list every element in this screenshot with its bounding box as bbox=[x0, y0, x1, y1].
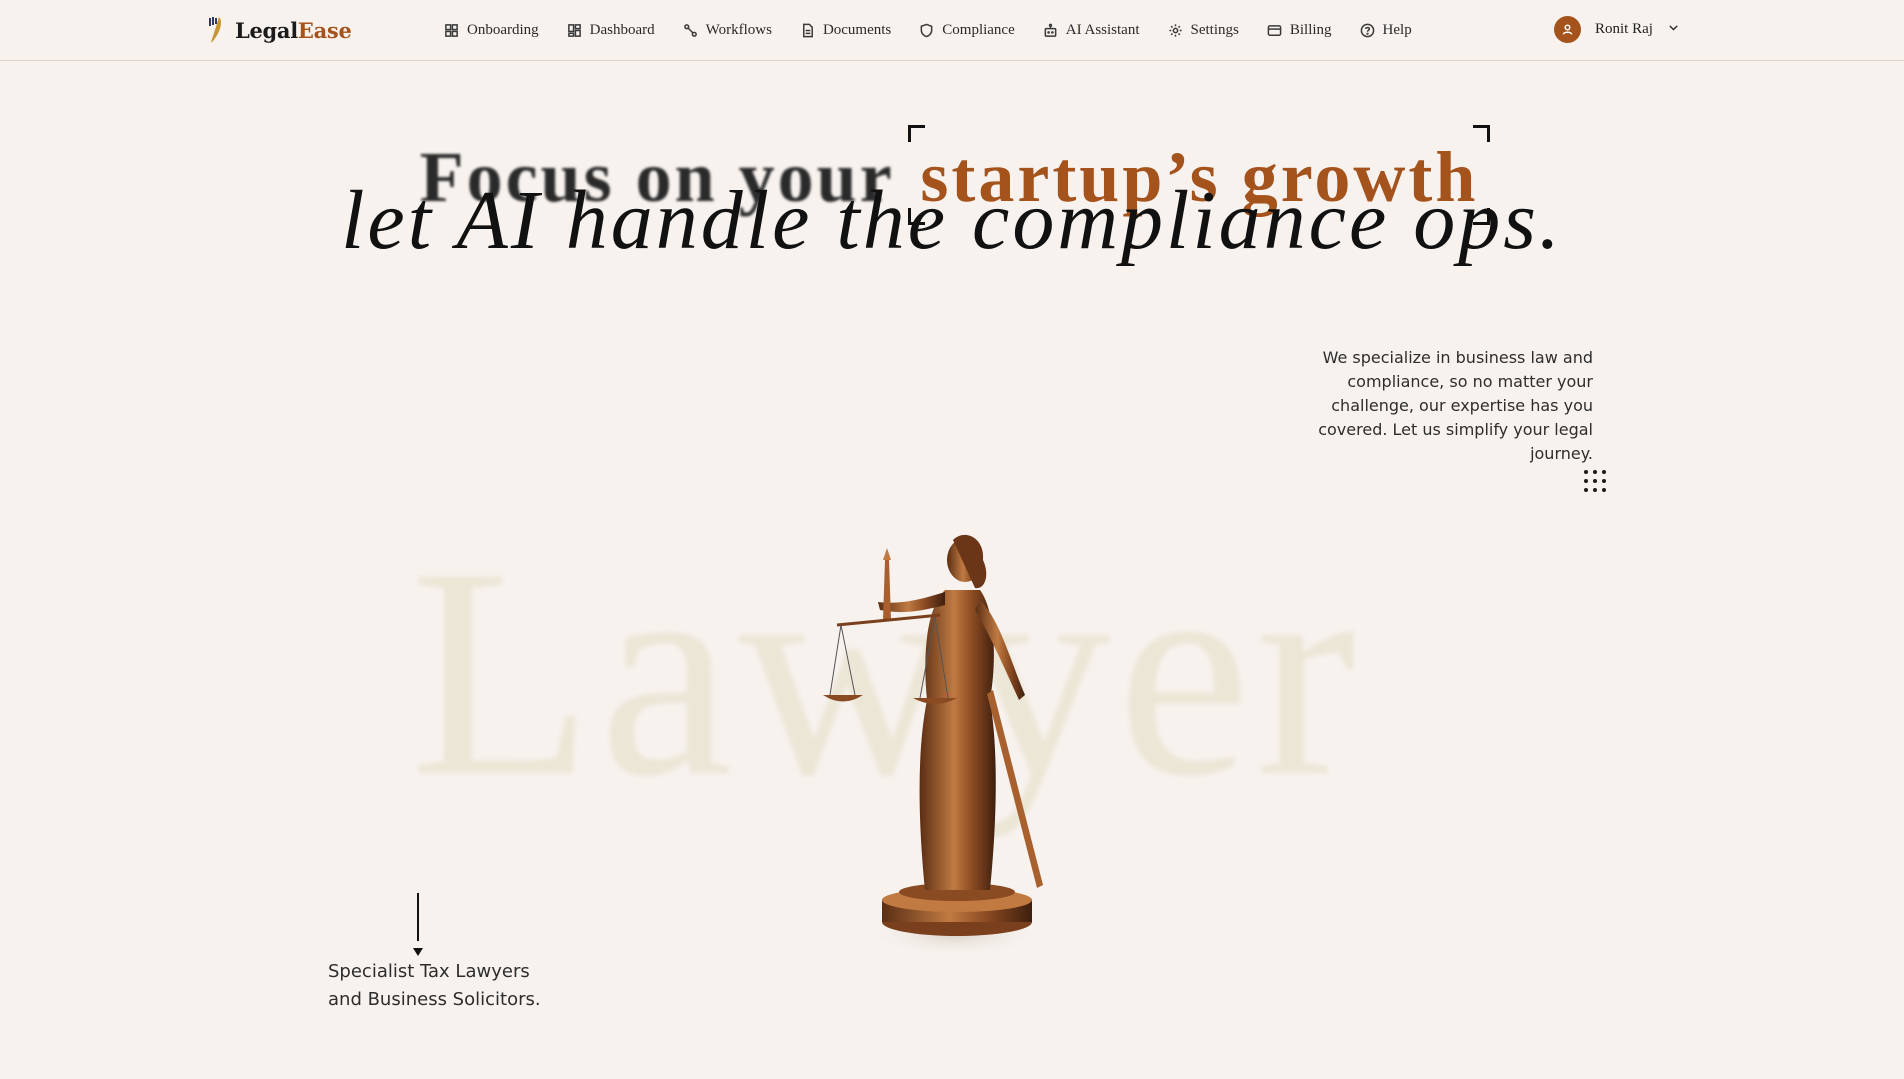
nav-item-settings[interactable]: Settings bbox=[1168, 22, 1239, 39]
brand-name: LegalEase bbox=[235, 18, 352, 43]
workflow-icon bbox=[683, 23, 697, 37]
nav-item-label: Billing bbox=[1289, 21, 1332, 38]
arrow-line bbox=[417, 893, 419, 941]
gear-icon bbox=[1168, 23, 1182, 37]
nav-item-billing[interactable]: Billing bbox=[1267, 22, 1332, 39]
quill-logo-icon bbox=[209, 17, 221, 43]
shield-icon bbox=[920, 23, 933, 37]
document-icon bbox=[802, 23, 813, 37]
dashboard-icon bbox=[567, 23, 581, 37]
specialist-caption: Specialist Tax Lawyers and Business Soli… bbox=[328, 958, 588, 1014]
grid-dots-icon[interactable] bbox=[1584, 470, 1606, 492]
brand-logo[interactable]: LegalEase bbox=[205, 12, 352, 48]
nav-item-dashboard[interactable]: Dashboard bbox=[567, 22, 655, 39]
nav-item-label: Dashboard bbox=[589, 21, 655, 38]
main-menu: Onboarding Dashboard Workflows Documents… bbox=[444, 0, 1412, 60]
arrow-down-icon bbox=[413, 948, 423, 956]
avatar[interactable] bbox=[1554, 16, 1581, 43]
nav-item-onboarding[interactable]: Onboarding bbox=[444, 22, 539, 39]
nav-item-label: Onboarding bbox=[467, 21, 539, 38]
nav-item-ai-assistant[interactable]: AI Assistant bbox=[1043, 22, 1140, 39]
user-name: Ronit Raj bbox=[1595, 21, 1653, 37]
specialist-line2: and Business Solicitors. bbox=[328, 989, 541, 1010]
focus-bracket bbox=[1473, 125, 1491, 143]
nav-item-label: Workflows bbox=[705, 21, 772, 38]
nav-item-label: Documents bbox=[822, 21, 892, 38]
top-navbar: LegalEase Onboarding Dashboard Workflows… bbox=[0, 0, 1904, 61]
nav-item-workflows[interactable]: Workflows bbox=[683, 22, 772, 39]
chevron-down-icon[interactable] bbox=[1667, 21, 1680, 39]
nav-item-help[interactable]: Help bbox=[1360, 22, 1412, 39]
help-circle-icon bbox=[1360, 23, 1374, 37]
focus-bracket bbox=[908, 125, 926, 143]
nav-item-compliance[interactable]: Compliance bbox=[919, 21, 1015, 39]
robot-icon bbox=[1044, 23, 1057, 37]
nav-item-label: Settings bbox=[1190, 21, 1239, 38]
nav-item-documents[interactable]: Documents bbox=[800, 22, 891, 39]
brand-name-part2: Ease bbox=[297, 17, 352, 43]
credit-card-icon bbox=[1267, 24, 1282, 36]
brand-name-part1: Legal bbox=[235, 17, 298, 43]
nav-item-label: Compliance bbox=[942, 21, 1015, 38]
user-menu[interactable]: Ronit Raj bbox=[1554, 16, 1680, 43]
specialist-line1: Specialist Tax Lawyers bbox=[328, 961, 530, 982]
grid-icon bbox=[445, 23, 458, 37]
hero-description: We specialize in business law and compli… bbox=[1318, 348, 1593, 463]
lady-justice-statue-image bbox=[823, 534, 1045, 957]
nav-item-label: Help bbox=[1382, 21, 1412, 38]
hero-headline-line2: let AI handle the compliance ops. bbox=[341, 174, 1563, 267]
nav-item-label: AI Assistant bbox=[1065, 21, 1140, 38]
user-icon bbox=[1562, 24, 1573, 35]
